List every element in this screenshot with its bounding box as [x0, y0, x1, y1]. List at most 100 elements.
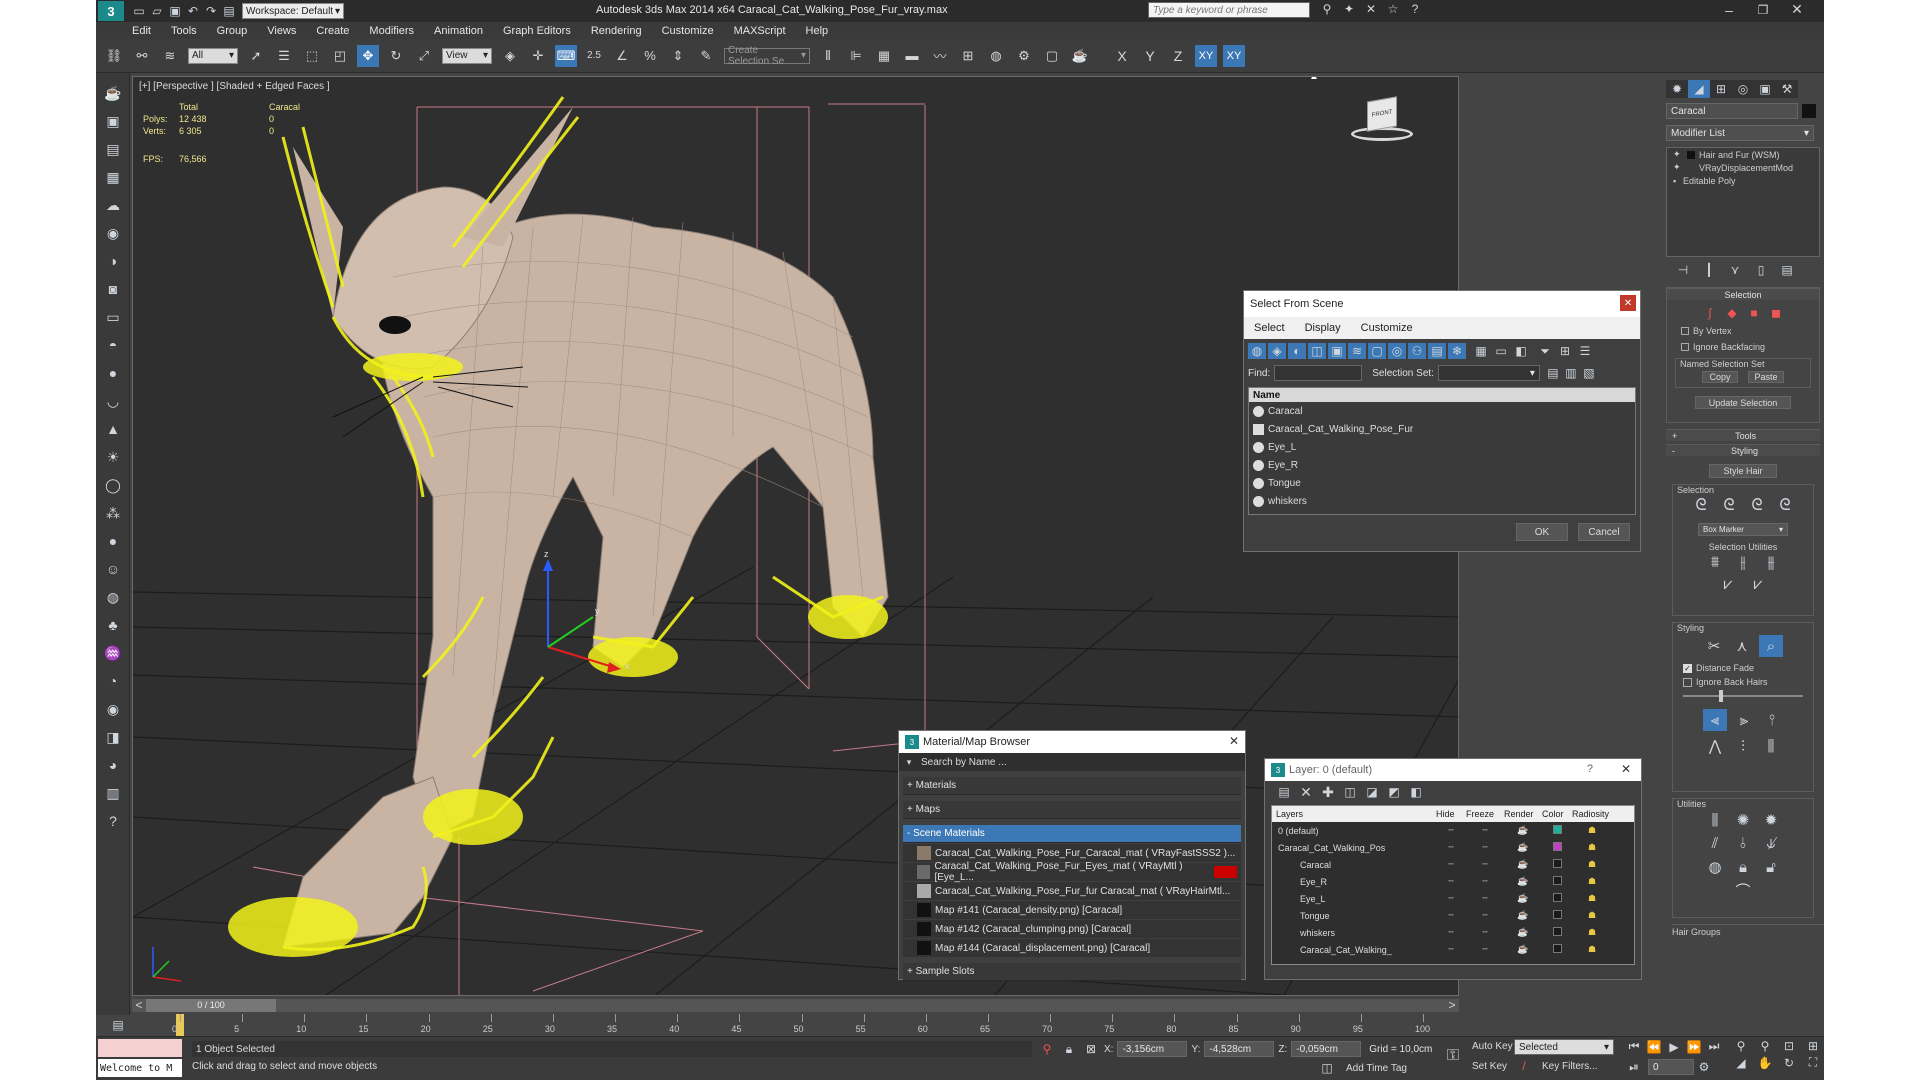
- rollout-selection[interactable]: Selection: [1667, 288, 1819, 300]
- keyboard-shortcut-toggle-icon[interactable]: ⌨: [555, 44, 577, 67]
- hair-polygon-icon[interactable]: ■: [1743, 306, 1765, 320]
- ignore-backfacing-checkbox[interactable]: [1681, 343, 1689, 351]
- col-color[interactable]: Color: [1542, 809, 1572, 819]
- stack-item-editable-poly[interactable]: ▪ Editable Poly: [1667, 174, 1819, 187]
- layer-color-swatch[interactable]: [1542, 859, 1572, 870]
- motion-tab-icon[interactable]: ◎: [1732, 80, 1754, 98]
- filter-helpers-icon[interactable]: ▣: [1328, 343, 1346, 359]
- hide-toggle[interactable]: ┄: [1436, 842, 1466, 853]
- selection-set-add-icon[interactable]: ▤: [1544, 366, 1562, 380]
- stack-item-hair-fur[interactable]: ✦ Hair and Fur (WSM): [1667, 148, 1819, 161]
- box-marker-dropdown[interactable]: Box Marker ▾: [1698, 523, 1788, 536]
- menu-graph-editors[interactable]: Graph Editors: [503, 25, 571, 37]
- select-hair-remove-icon[interactable]: ᘓ: [1745, 497, 1769, 515]
- list-item[interactable]: Caracal_Cat_Walking_Pose_Fur_Caracal_mat…: [903, 844, 1241, 862]
- list-item[interactable]: Map #141 (Caracal_density.png) [Caracal]: [903, 901, 1241, 919]
- add-to-layer-icon[interactable]: ✚: [1317, 784, 1339, 801]
- pan-icon[interactable]: ✋: [1754, 1055, 1776, 1070]
- previous-key-icon[interactable]: ⏪: [1644, 1040, 1664, 1054]
- recomb-icon[interactable]: ⫽: [1704, 835, 1726, 852]
- freeze-toggle[interactable]: ┄: [1466, 893, 1504, 904]
- render-toggle-icon[interactable]: ☕: [1504, 927, 1542, 938]
- material-search-input[interactable]: Search by Name ...: [921, 757, 1007, 768]
- maxscript-listener-top[interactable]: [98, 1039, 182, 1057]
- project-folder-icon[interactable]: ▤: [220, 4, 238, 18]
- menu-help[interactable]: Help: [806, 25, 829, 37]
- manipulate-icon[interactable]: ✛: [527, 45, 549, 67]
- reference-coordinate-dropdown[interactable]: View ▾: [442, 47, 492, 64]
- spinner-snap-icon[interactable]: ⇕: [667, 45, 689, 67]
- freeze-toggle[interactable]: ┄: [1466, 910, 1504, 921]
- sfs-tab-select[interactable]: Select: [1254, 322, 1285, 334]
- distance-fade-checkbox[interactable]: ✓: [1683, 663, 1692, 673]
- viewcube[interactable]: FRONT: [1349, 93, 1415, 143]
- add-time-tag[interactable]: Add Time Tag: [1346, 1063, 1407, 1074]
- rollout-styling[interactable]: - Styling: [1666, 444, 1820, 456]
- pop-selected-icon[interactable]: ✺: [1732, 811, 1754, 829]
- close-icon[interactable]: ✕: [1780, 1, 1814, 18]
- maximize-viewport-icon[interactable]: ⛶: [1802, 1055, 1824, 1070]
- communication-icon[interactable]: ✕: [1360, 2, 1382, 16]
- axis-xy-button[interactable]: XY: [1195, 44, 1217, 67]
- attenuate-icon[interactable]: ⫼: [1704, 812, 1726, 829]
- select-none-icon[interactable]: ▭: [1492, 343, 1510, 359]
- caracal-model[interactable]: [228, 96, 889, 957]
- axis-x-button[interactable]: X: [1111, 45, 1133, 67]
- new-layer-icon[interactable]: ▤: [1273, 785, 1295, 799]
- col-render[interactable]: Render: [1504, 809, 1542, 819]
- chat-icon[interactable]: ☁: [96, 191, 130, 219]
- layer-color-swatch[interactable]: [1542, 893, 1572, 904]
- radiosity-icon[interactable]: ☗: [1572, 944, 1612, 955]
- list-item[interactable]: Map #142 (Caracal_clumping.png) [Caracal…: [903, 920, 1241, 938]
- list-item[interactable]: Eye_R: [1249, 456, 1635, 474]
- utilities-tab-icon[interactable]: ⚒: [1776, 80, 1798, 98]
- layer-help-icon[interactable]: ?: [1587, 763, 1593, 775]
- tape-icon[interactable]: ◑: [96, 247, 130, 275]
- filter-groups-icon[interactable]: ▢: [1368, 343, 1386, 359]
- time-config-icon[interactable]: ⚙: [1694, 1060, 1714, 1074]
- binoculars-icon[interactable]: ⚲: [1316, 2, 1338, 16]
- delete-layer-icon[interactable]: ✕: [1295, 784, 1317, 801]
- menu-animation[interactable]: Animation: [434, 25, 483, 37]
- invert-selection-icon[interactable]: ⩩: [1704, 554, 1726, 572]
- remove-modifier-icon[interactable]: ▯: [1748, 263, 1774, 277]
- open-file-icon[interactable]: ▱: [148, 4, 166, 18]
- browser-options-icon[interactable]: ▾: [903, 757, 915, 768]
- render-toggle-icon[interactable]: ☕: [1504, 859, 1542, 870]
- layer-manager-icon[interactable]: ▦: [873, 45, 895, 67]
- maximize-icon[interactable]: ❐: [1746, 3, 1780, 17]
- key-mode-toggle-icon[interactable]: ⏯: [1624, 1060, 1644, 1075]
- render-toggle-icon[interactable]: ☕: [1504, 893, 1542, 904]
- col-radiosity[interactable]: Radiosity: [1572, 809, 1612, 819]
- create-tab-icon[interactable]: ✹: [1666, 80, 1688, 98]
- layer-row[interactable]: Eye_R ┄ ┄ ☕ ☗: [1272, 873, 1634, 890]
- workspace-dropdown[interactable]: Workspace: Default ▾: [242, 3, 344, 19]
- undo-hair-icon[interactable]: ⌒: [1732, 880, 1754, 901]
- filter-cameras-icon[interactable]: ◫: [1308, 343, 1326, 359]
- render-toggle-icon[interactable]: ☕: [1504, 910, 1542, 921]
- pin-stack-icon[interactable]: ⊣: [1670, 263, 1696, 277]
- menu-edit[interactable]: Edit: [132, 25, 151, 37]
- time-slider-thumb[interactable]: 0 / 100: [146, 998, 276, 1012]
- film-icon[interactable]: ▤: [96, 135, 130, 163]
- list-item[interactable]: Caracal_Cat_Walking_Pose_Fur_fur Caracal…: [903, 882, 1241, 900]
- menu-tools[interactable]: Tools: [171, 25, 197, 37]
- hide-toggle[interactable]: ┄: [1436, 893, 1466, 904]
- layer-color-swatch[interactable]: [1542, 825, 1572, 836]
- layer-row[interactable]: Tongue ┄ ┄ ☕ ☗: [1272, 907, 1634, 924]
- paint-icon[interactable]: ◔: [96, 667, 130, 695]
- select-rotate-icon[interactable]: ↻: [385, 45, 407, 67]
- play-icon[interactable]: ▶: [1664, 1040, 1684, 1054]
- translate-hair-icon[interactable]: ⫷: [1703, 709, 1727, 731]
- section-materials[interactable]: + Materials: [903, 777, 1241, 795]
- zoom-icon[interactable]: ⚲: [1730, 1039, 1752, 1053]
- hide-toggle[interactable]: ┄: [1436, 859, 1466, 870]
- layer-color-swatch[interactable]: [1542, 842, 1572, 853]
- subscription-icon[interactable]: ✦: [1338, 2, 1360, 16]
- object-color-swatch[interactable]: [1802, 104, 1816, 118]
- dialog-close-icon[interactable]: ✕: [1620, 295, 1636, 311]
- select-tool-icon[interactable]: ⋏: [1731, 637, 1753, 655]
- layer-row[interactable]: Caracal ┄ ┄ ☕ ☗: [1272, 856, 1634, 873]
- graphite-ribbon-icon[interactable]: ▬: [901, 45, 923, 67]
- rotate-hair-icon[interactable]: ⫶: [1732, 738, 1754, 755]
